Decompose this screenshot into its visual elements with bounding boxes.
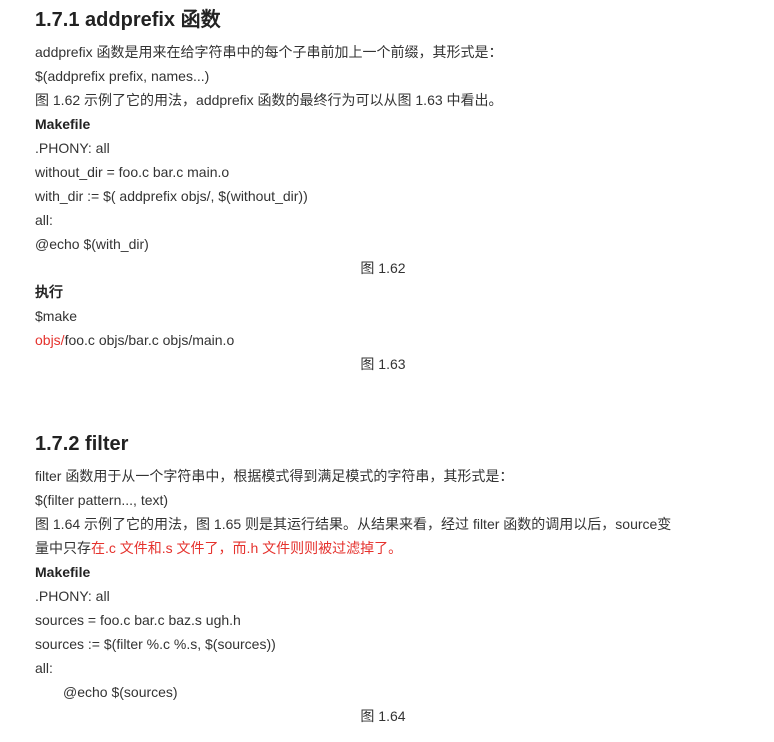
code-line: with_dir := $( addprefix objs/, $(withou… bbox=[35, 188, 308, 204]
section-filter: 1.7.2 filter filter 函数用于从一个字符串中，根据模式得到满足… bbox=[35, 424, 731, 728]
code-line: .PHONY: all bbox=[35, 140, 110, 156]
highlight-text: objs/ bbox=[35, 332, 65, 348]
exec-label: 执行 bbox=[35, 284, 63, 300]
section-heading: 1.7.2 filter bbox=[35, 433, 129, 455]
output-text: foo.c objs/bar.c objs/main.o bbox=[64, 332, 235, 348]
code-line: sources = foo.c bar.c baz.s ugh.h bbox=[35, 612, 241, 628]
syntax-line: $(filter pattern..., text) bbox=[35, 492, 169, 508]
figure-caption: 图 1.64 bbox=[360, 708, 406, 724]
paragraph: 量中只存在.c 文件和.s 文件了，而.h 文件则则被过滤掉了。 bbox=[35, 536, 731, 560]
code-line: .PHONY: all bbox=[35, 588, 110, 604]
section-addprefix: 1.7.1 addprefix 函数 addprefix 函数是用来在给字符串中… bbox=[35, 0, 731, 376]
code-line: all: bbox=[35, 660, 53, 676]
code-line: @echo $(sources) bbox=[63, 684, 178, 700]
plain-text: 量中只存 bbox=[35, 540, 91, 556]
paragraph: addprefix 函数是用来在给字符串中的每个子串前加上一个前缀，其形式是： bbox=[35, 44, 503, 60]
section-heading: 1.7.1 addprefix 函数 bbox=[35, 9, 221, 31]
makefile-label: Makefile bbox=[35, 564, 91, 580]
code-line: @echo $(with_dir) bbox=[35, 236, 149, 252]
syntax-line: $(addprefix prefix, names...) bbox=[35, 68, 210, 84]
highlight-text: 在.c 文件和.s 文件了，而.h 文件则则被过滤掉了。 bbox=[91, 540, 403, 556]
figure-caption: 图 1.62 bbox=[360, 260, 406, 276]
paragraph: 图 1.64 示例了它的用法，图 1.65 则是其运行结果。从结果来看，经过 f… bbox=[35, 516, 672, 532]
exec-command: $make bbox=[35, 308, 78, 324]
paragraph: filter 函数用于从一个字符串中，根据模式得到满足模式的字符串，其形式是： bbox=[35, 468, 514, 484]
figure-caption: 图 1.63 bbox=[360, 356, 406, 372]
code-line: without_dir = foo.c bar.c main.o bbox=[35, 164, 230, 180]
paragraph: 图 1.62 示例了它的用法，addprefix 函数的最终行为可以从图 1.6… bbox=[35, 92, 503, 108]
makefile-label: Makefile bbox=[35, 116, 91, 132]
code-line: sources := $(filter %.c %.s, $(sources)) bbox=[35, 636, 276, 652]
exec-output: objs/foo.c objs/bar.c objs/main.o bbox=[35, 328, 731, 352]
code-line: all: bbox=[35, 212, 53, 228]
